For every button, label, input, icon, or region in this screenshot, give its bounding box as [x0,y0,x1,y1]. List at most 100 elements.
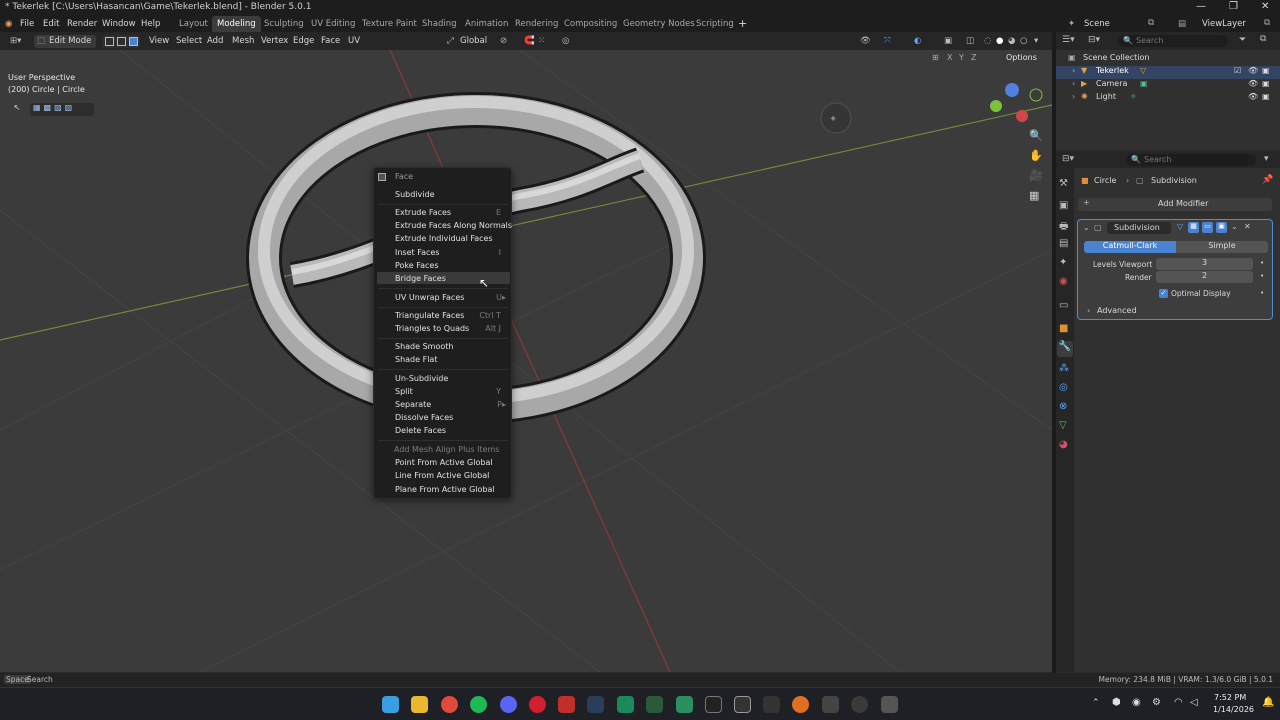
menu-item-dissolve-faces[interactable]: Dissolve Faces [395,413,453,422]
tray-app-icon[interactable]: ⬢ [1112,697,1121,708]
advanced-arrow-icon[interactable]: › [1087,306,1090,315]
file-explorer-icon[interactable] [411,696,428,713]
hide-eye-icon[interactable]: 👁 [1248,79,1258,88]
menu-edge[interactable]: Edge [293,36,314,46]
render-toggle-icon[interactable]: ▣ [1216,222,1227,233]
overlay-icon[interactable]: ◐ [914,36,921,46]
notification-icon[interactable]: 🔔 [1262,697,1274,708]
mirror-y[interactable]: Y [959,53,964,62]
mirror-z[interactable]: Z [971,53,976,62]
editor-type-icon[interactable]: ⊞▾ [10,36,21,46]
zoom-icon[interactable]: 🔍 [1029,129,1043,142]
tab-sculpting[interactable]: Sculpting [259,16,309,32]
app-icon[interactable] [822,696,839,713]
outliner-item-camera[interactable]: › ▶ Camera ▣ 👁 ▣ [1056,79,1280,92]
outliner-item-light[interactable]: › ✺ Light ✧ 👁 ▣ [1056,92,1280,105]
steam-icon[interactable] [587,696,604,713]
menu-mesh[interactable]: Mesh [232,36,254,46]
tray-app-icon[interactable]: ⚙ [1152,697,1161,708]
blender-taskbar-icon[interactable] [792,696,809,713]
spotify-icon[interactable] [470,696,487,713]
hide-eye-icon[interactable]: 👁 [1248,66,1258,75]
mirror-axis-icon[interactable]: ⊞ [932,53,939,62]
properties-editor-icon[interactable]: ⊟▾ [1062,154,1074,164]
hide-eye-icon[interactable]: 👁 [1248,92,1258,101]
face-select-icon[interactable] [129,37,138,46]
menu-file[interactable]: File [20,19,34,29]
tab-rendering[interactable]: Rendering [510,16,563,32]
view-layer-selector[interactable]: ▤ ViewLayer ⧉ [1178,16,1278,32]
advanced-section[interactable]: Advanced [1097,306,1137,315]
tab-uv-editing[interactable]: UV Editing [306,16,360,32]
levels-viewport-field[interactable]: 3 [1156,258,1253,270]
shading-options-icon[interactable]: ▾ [1034,36,1038,46]
scene-selector[interactable]: ✦ Scene ⧉ [1068,16,1168,32]
menu-item-un-subdivide[interactable]: Un-Subdivide [395,374,448,383]
pin-icon[interactable]: 📌 [1262,175,1273,185]
vertex-select-icon[interactable] [105,37,114,46]
remove-modifier-icon[interactable]: ✕ [1244,222,1251,231]
modifier-options-icon[interactable]: ⌄ [1231,222,1238,231]
menu-item-bridge-faces[interactable]: Bridge Faces [395,274,446,283]
collapse-arrow-icon[interactable]: ⌄ [1083,223,1090,232]
add-workspace-icon[interactable]: + [738,17,747,30]
menu-item-shade-smooth[interactable]: Shade Smooth [395,342,453,351]
edge-select-icon[interactable] [117,37,126,46]
menu-item-tris-to-quads[interactable]: Triangles to Quads [395,324,469,333]
menu-item-delete-faces[interactable]: Delete Faces [395,426,446,435]
game-icon[interactable] [646,696,663,713]
wifi-icon[interactable]: ◠ [1174,697,1183,708]
mirror-x[interactable]: X [947,53,952,62]
scene-collection-row[interactable]: ▣ Scene Collection [1056,53,1280,66]
pan-icon[interactable]: ✋ [1029,149,1043,162]
menu-edit[interactable]: Edit [43,19,59,29]
tool-tab-icon[interactable]: ⚒ [1059,178,1068,189]
edit-mode-toggle-icon[interactable]: ▦ [1188,222,1199,233]
outliner-item-tekerlek[interactable]: › ▼ Tekerlek ▽ ☑ 👁 ▣ [1056,66,1280,79]
settings-icon[interactable] [881,696,898,713]
menu-item-separate[interactable]: Separate [395,400,431,409]
wireframe-shading-icon[interactable]: ◌ [984,36,991,46]
modifier-tab-icon[interactable]: 🔧 [1057,341,1073,357]
menu-item-poke-faces[interactable]: Poke Faces [395,261,439,270]
render-levels-field[interactable]: 2 [1156,271,1253,283]
object-tab-icon[interactable]: ■ [1059,323,1068,334]
tab-layout[interactable]: Layout [174,16,213,32]
expand-arrow-icon[interactable]: › [1072,66,1075,75]
orientation-dropdown[interactable]: Global [460,36,487,46]
tab-modeling[interactable]: Modeling [212,16,261,32]
menu-item-shade-flat[interactable]: Shade Flat [395,355,437,364]
menu-item-triangulate[interactable]: Triangulate Faces [395,311,464,320]
chrome-icon[interactable] [441,696,458,713]
output-tab-icon[interactable]: 🖶 [1059,219,1068,236]
menu-vertex[interactable]: Vertex [261,36,288,46]
menu-item-point-from-active[interactable]: Point From Active Global [395,458,493,467]
start-icon[interactable] [382,696,399,713]
menu-render[interactable]: Render [67,19,97,29]
material-shading-icon[interactable]: ◕ [1008,36,1015,46]
outliner-editor-icon[interactable]: ☰▾ [1062,35,1075,45]
constraints-tab-icon[interactable]: ⊗ [1059,401,1067,412]
collection-tab-icon[interactable]: ▭ [1059,300,1068,311]
tab-compositing[interactable]: Compositing [559,16,622,32]
tool-cursor-icon[interactable]: ↖ [10,103,24,116]
menu-item-inset-faces[interactable]: Inset Faces [395,248,439,257]
modifier-name-field[interactable]: Subdivision [1107,222,1171,234]
scene-tab-icon[interactable]: ✦ [1059,257,1067,268]
menu-item-subdivide[interactable]: Subdivide [395,190,434,199]
new-view-layer-icon[interactable]: ⧉ [1264,18,1270,28]
catmull-clark-tab[interactable]: Catmull-Clark [1084,241,1176,253]
proportional-edit-icon[interactable]: ◎ [562,36,569,46]
menu-item-extrude-individual[interactable]: Extrude Individual Faces [395,234,493,243]
data-tab-icon[interactable]: ▽ [1059,420,1067,431]
tab-texture-paint[interactable]: Texture Paint [357,16,422,32]
discord-icon[interactable] [500,696,517,713]
expand-arrow-icon[interactable]: › [1072,92,1075,101]
expand-arrow-icon[interactable]: › [1072,79,1075,88]
new-collection-icon[interactable]: ⧉ [1260,34,1266,44]
render-camera-icon[interactable]: ▣ [1262,79,1270,88]
material-tab-icon[interactable]: ◕ [1059,439,1068,450]
add-modifier-button[interactable]: + Add Modifier [1078,198,1272,211]
snap-target-icon[interactable]: ⁙ [538,36,545,46]
particles-tab-icon[interactable]: ⁂ [1059,363,1069,374]
